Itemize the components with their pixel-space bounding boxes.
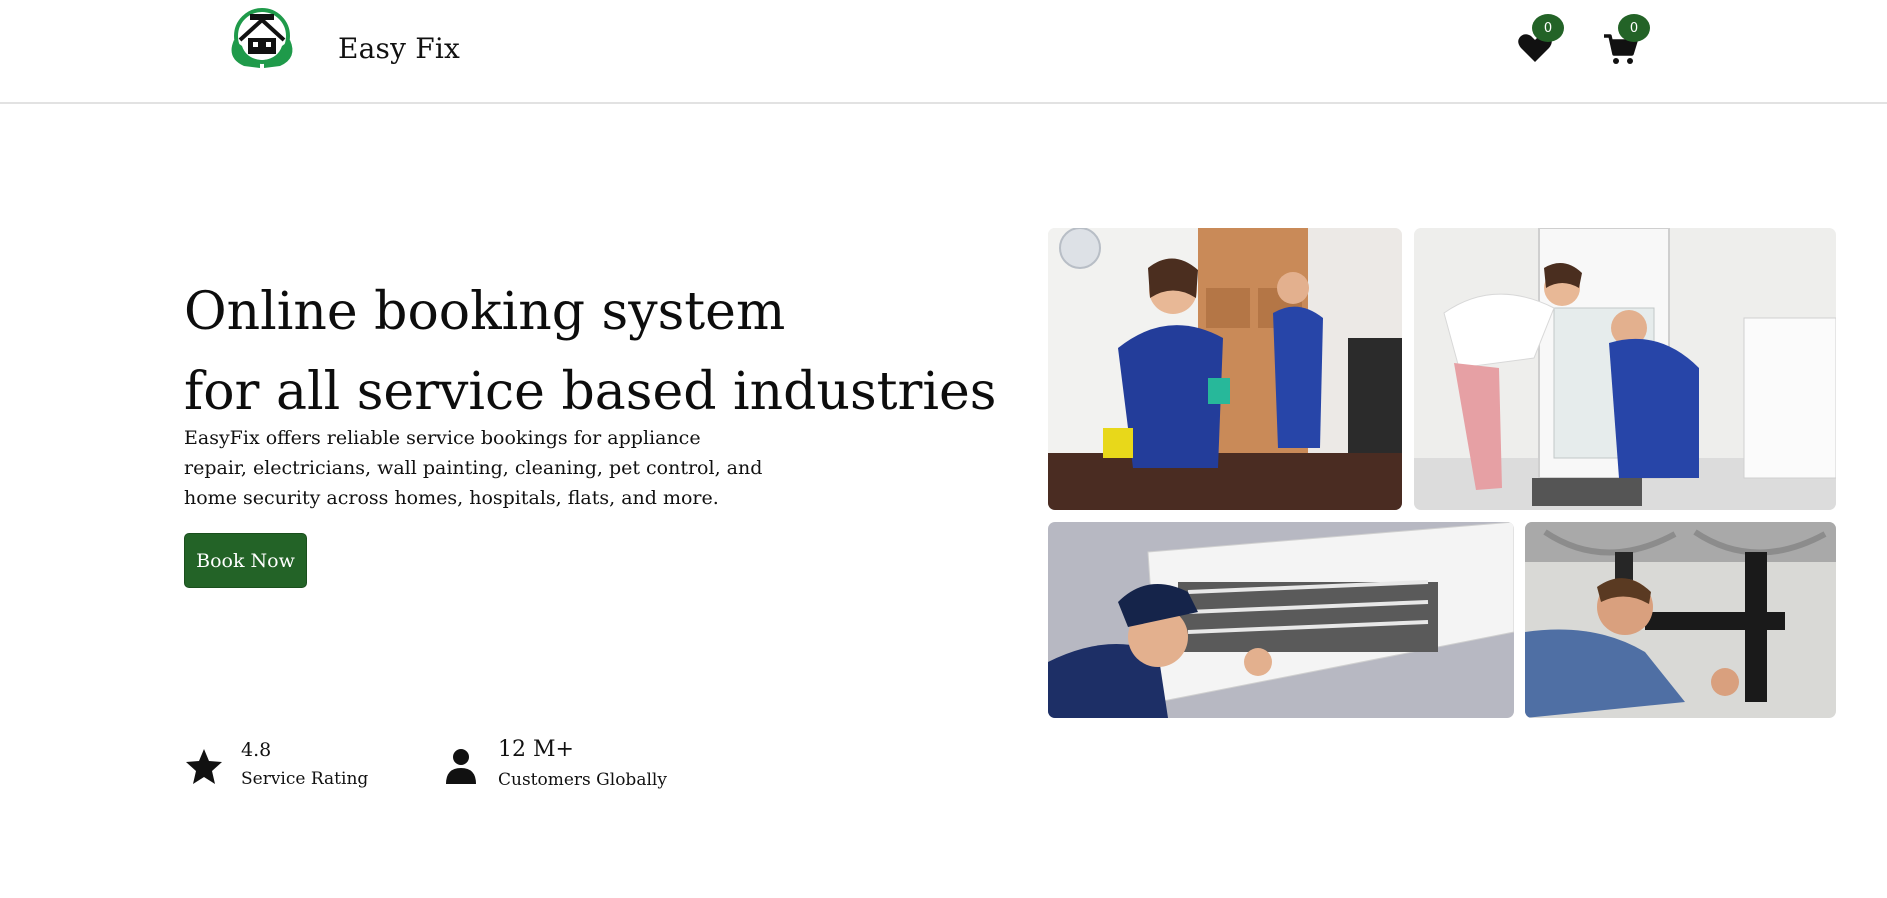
cart-count-badge: 0 — [1618, 14, 1650, 42]
house-hands-logo-icon[interactable] — [220, 6, 304, 74]
customers-value: 12 M+ — [498, 737, 574, 762]
hero-title: Online booking system for all service ba… — [184, 272, 996, 432]
star-icon — [184, 746, 224, 786]
wishlist-count-badge: 0 — [1532, 14, 1564, 42]
site-header: Easy Fix 0 0 — [0, 0, 1887, 104]
rating-value: 4.8 — [241, 739, 272, 761]
plumbing-repair-image — [1525, 522, 1836, 718]
cleaning-service-image — [1048, 228, 1402, 510]
customers-label: Customers Globally — [498, 770, 667, 790]
ac-repair-image — [1048, 522, 1514, 718]
brand-name[interactable]: Easy Fix — [338, 32, 460, 65]
book-now-button[interactable]: Book Now — [184, 533, 307, 588]
hero-title-line-2: for all service based industries — [184, 362, 997, 422]
hero-title-line-1: Online booking system — [184, 282, 786, 342]
refrigerator-repair-image — [1414, 228, 1836, 510]
rating-label: Service Rating — [241, 769, 369, 789]
user-icon — [441, 746, 481, 786]
hero-description: EasyFix offers reliable service bookings… — [184, 427, 763, 509]
